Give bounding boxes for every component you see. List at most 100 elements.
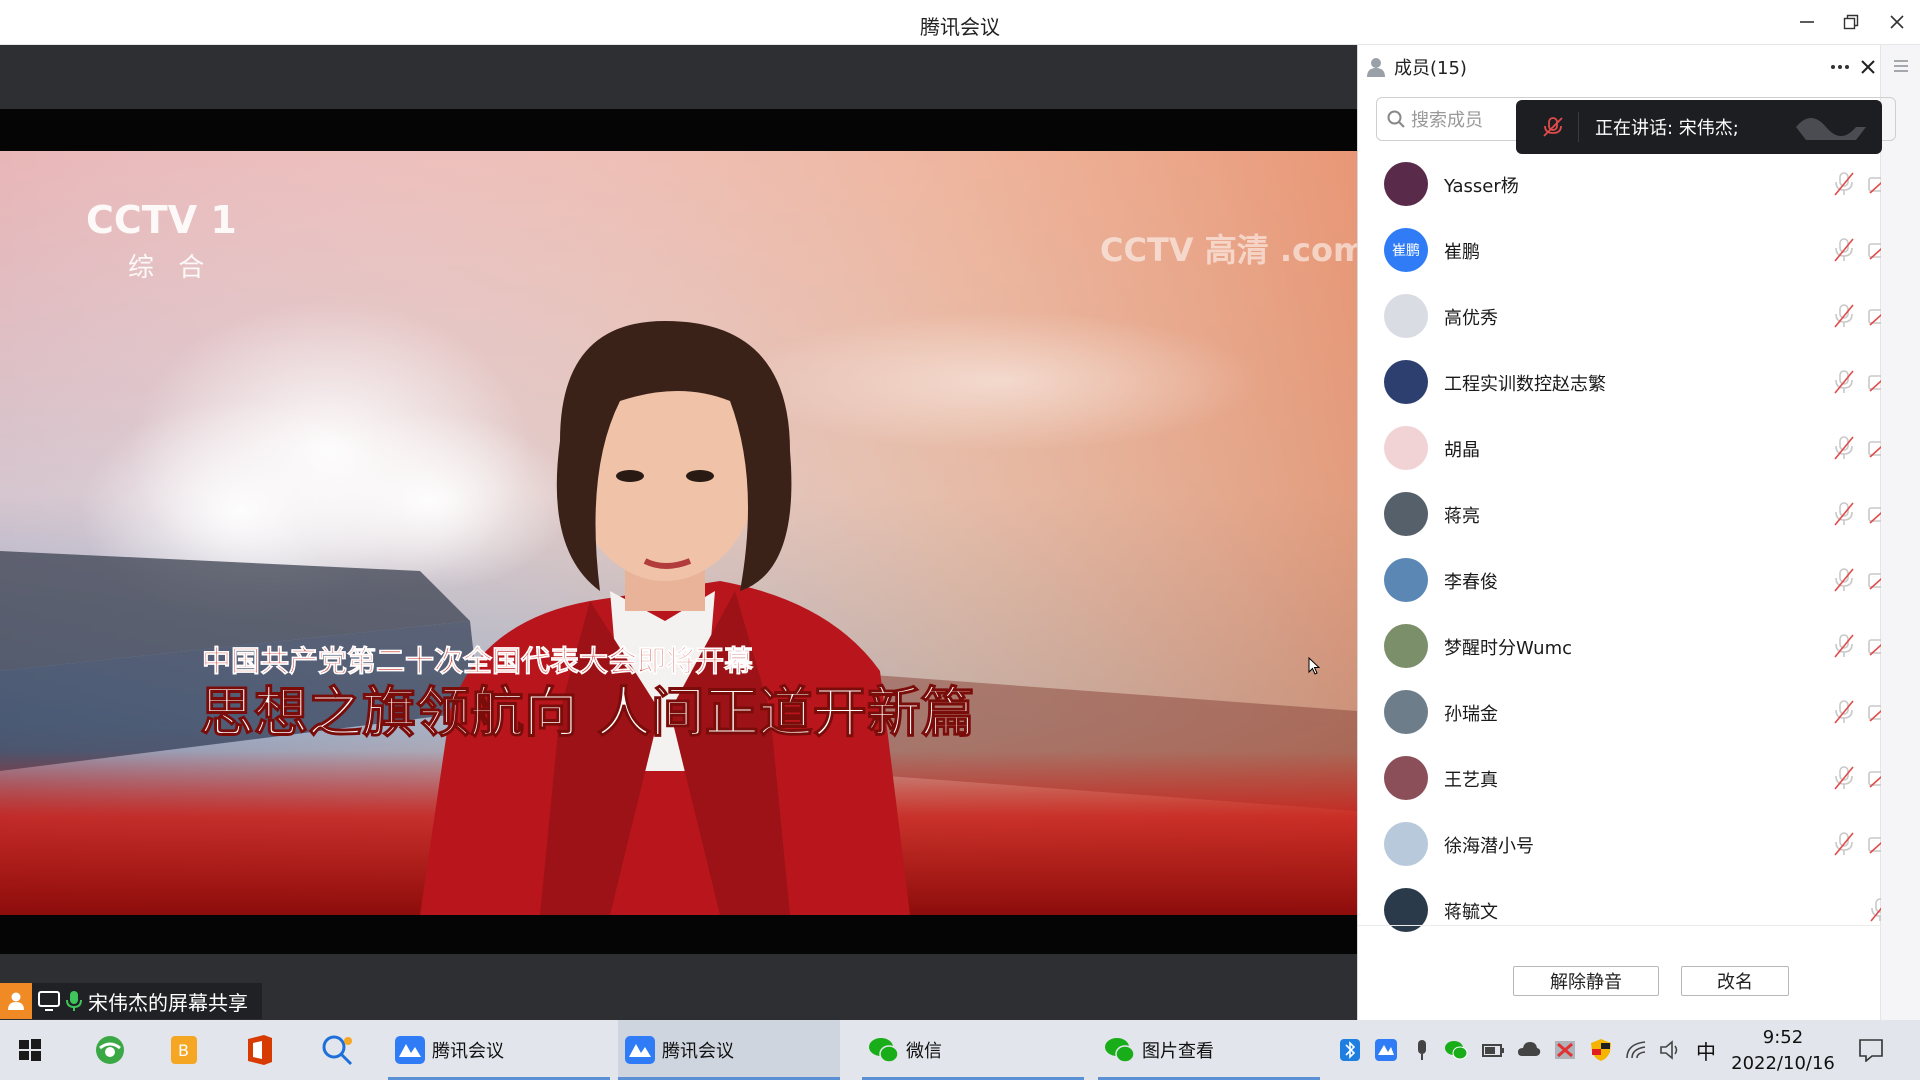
camera-off-icon[interactable]: [1868, 569, 1881, 591]
member-name: 工程实训数控赵志繁: [1444, 374, 1606, 395]
avatar: [1384, 492, 1428, 536]
battery-icon[interactable]: [1481, 1038, 1505, 1062]
camera-off-icon[interactable]: [1868, 833, 1881, 855]
camera-off-icon[interactable]: [1868, 767, 1881, 789]
camera-off-icon[interactable]: [1868, 371, 1881, 393]
wechat-tray-icon[interactable]: [1444, 1038, 1468, 1062]
muted-mic-icon[interactable]: [1832, 633, 1856, 659]
muted-mic-icon[interactable]: [1832, 765, 1856, 791]
more-icon: [1831, 65, 1849, 69]
member-name: 崔鹏: [1444, 242, 1480, 263]
microphone-active-icon: [66, 991, 82, 1011]
minimize-button[interactable]: [1792, 8, 1822, 36]
camera-off-icon[interactable]: [1868, 437, 1881, 459]
member-row[interactable]: 工程实训数控赵志繁: [1358, 349, 1881, 415]
camera-off-icon[interactable]: [1868, 305, 1881, 327]
muted-mic-icon[interactable]: [1832, 369, 1856, 395]
avatar: [1384, 624, 1428, 668]
restore-icon: [1843, 14, 1859, 30]
clock-date: 2022/10/16: [1731, 1053, 1835, 1074]
mouse-cursor-icon: [1308, 657, 1321, 675]
members-panel-footer: 解除静音 改名: [1358, 925, 1881, 1020]
member-row[interactable]: 崔鹏 崔鹏: [1358, 217, 1881, 283]
taskbar-browser-button[interactable]: [94, 1020, 130, 1080]
camera-off-icon[interactable]: [1868, 701, 1881, 723]
taskbar-app-button[interactable]: 图片查看: [1098, 1020, 1320, 1080]
shared-video-frame: CCTV 1 综 合 CCTV 高清 .com 中国共产党第二十次全国代表大会即…: [0, 151, 1357, 915]
panel-side-strip: [1880, 45, 1920, 1020]
bluetooth-icon[interactable]: [1338, 1038, 1362, 1062]
taskbar-office-button[interactable]: [246, 1020, 282, 1080]
member-row[interactable]: 孙瑞金: [1358, 679, 1881, 745]
microphone-tray-icon[interactable]: [1410, 1038, 1434, 1062]
taskbar-app-button[interactable]: 腾讯会议: [618, 1020, 840, 1080]
member-row[interactable]: 胡晶: [1358, 415, 1881, 481]
muted-mic-icon[interactable]: [1832, 303, 1856, 329]
avatar: [1384, 558, 1428, 602]
person-icon: [0, 983, 32, 1019]
member-row[interactable]: 王艺真: [1358, 745, 1881, 811]
muted-mic-icon[interactable]: [1832, 237, 1856, 263]
camera-off-icon[interactable]: [1868, 173, 1881, 195]
browser-icon: [96, 1036, 124, 1064]
screen-share-label: 宋伟杰的屏幕共享: [88, 990, 248, 1015]
camera-off-icon[interactable]: [1868, 239, 1881, 261]
start-button[interactable]: [18, 1020, 54, 1080]
member-row[interactable]: 徐海潜小号: [1358, 811, 1881, 877]
unmute-button[interactable]: 解除静音: [1513, 966, 1659, 996]
cloud-icon[interactable]: [1517, 1038, 1541, 1062]
cctv-watermark: CCTV 高清 .com: [1100, 231, 1357, 269]
ime-indicator[interactable]: 中: [1696, 1036, 1716, 1065]
member-row[interactable]: Yasser杨: [1358, 155, 1881, 217]
taskbar-clock[interactable]: 9:52 2022/10/16: [1728, 1025, 1838, 1077]
screen-share-indicator[interactable]: 宋伟杰的屏幕共享: [0, 983, 262, 1019]
windows-start-icon: [19, 1039, 41, 1061]
menu-icon[interactable]: [1893, 59, 1909, 73]
clock-time: 9:52: [1762, 1027, 1804, 1048]
muted-mic-icon[interactable]: [1832, 501, 1856, 527]
avatar: [1384, 162, 1428, 206]
muted-mic-icon[interactable]: [1832, 171, 1856, 197]
member-name: 王艺真: [1444, 770, 1498, 791]
close-icon: [1861, 60, 1875, 74]
wechat-icon: [1105, 1038, 1135, 1063]
muted-mic-icon[interactable]: [1832, 567, 1856, 593]
taskbar-app-label: 腾讯会议: [432, 1041, 504, 1062]
more-options-button[interactable]: [1828, 55, 1852, 79]
muted-mic-icon[interactable]: [1832, 435, 1856, 461]
member-name: 梦醒时分Wumc: [1444, 638, 1572, 659]
security-shield-icon[interactable]: [1589, 1038, 1613, 1062]
close-panel-button[interactable]: [1856, 55, 1880, 79]
camera-off-icon[interactable]: [1868, 635, 1881, 657]
speaking-text: 正在讲话: 宋伟杰;: [1595, 118, 1739, 139]
member-row[interactable]: 梦醒时分Wumc: [1358, 613, 1881, 679]
muted-mic-icon[interactable]: [1832, 831, 1856, 857]
wifi-icon[interactable]: [1625, 1038, 1649, 1062]
restore-button[interactable]: [1836, 8, 1866, 36]
camera-off-icon[interactable]: [1868, 503, 1881, 525]
member-row[interactable]: 蒋亮: [1358, 481, 1881, 547]
notification-center-icon[interactable]: [1858, 1038, 1884, 1062]
minimize-icon: [1800, 21, 1814, 23]
avatar: [1384, 690, 1428, 734]
tencent-meeting-tray-icon[interactable]: [1374, 1038, 1398, 1062]
muted-mic-icon[interactable]: [1868, 897, 1881, 923]
taskbar-app-button[interactable]: 微信: [862, 1020, 1084, 1080]
taskbar-notes-button[interactable]: B: [170, 1020, 206, 1080]
members-list: Yasser杨 崔鹏 崔鹏 高优秀工程实训数控赵志繁 胡晶蒋亮 李春俊梦醒时分Wumc 孙瑞…: [1358, 155, 1881, 975]
volume-icon[interactable]: [1659, 1038, 1683, 1062]
close-window-button[interactable]: [1882, 8, 1912, 36]
network-error-icon[interactable]: [1553, 1038, 1577, 1062]
speaking-indicator-toast: 正在讲话: 宋伟杰;: [1516, 100, 1882, 154]
member-name: 胡晶: [1444, 440, 1480, 461]
taskbar-app-button[interactable]: 腾讯会议: [388, 1020, 610, 1080]
muted-mic-icon[interactable]: [1832, 699, 1856, 725]
rename-button[interactable]: 改名: [1681, 966, 1789, 996]
member-name: 孙瑞金: [1444, 704, 1498, 725]
avatar: [1384, 294, 1428, 338]
news-broadcast-image: CCTV 1 综 合 CCTV 高清 .com 中国共产党第二十次全国代表大会即…: [0, 151, 1357, 915]
taskbar-search-app-button[interactable]: [320, 1020, 356, 1080]
member-row[interactable]: 高优秀: [1358, 283, 1881, 349]
taskbar-app-label: 图片查看: [1142, 1041, 1214, 1062]
member-row[interactable]: 李春俊: [1358, 547, 1881, 613]
